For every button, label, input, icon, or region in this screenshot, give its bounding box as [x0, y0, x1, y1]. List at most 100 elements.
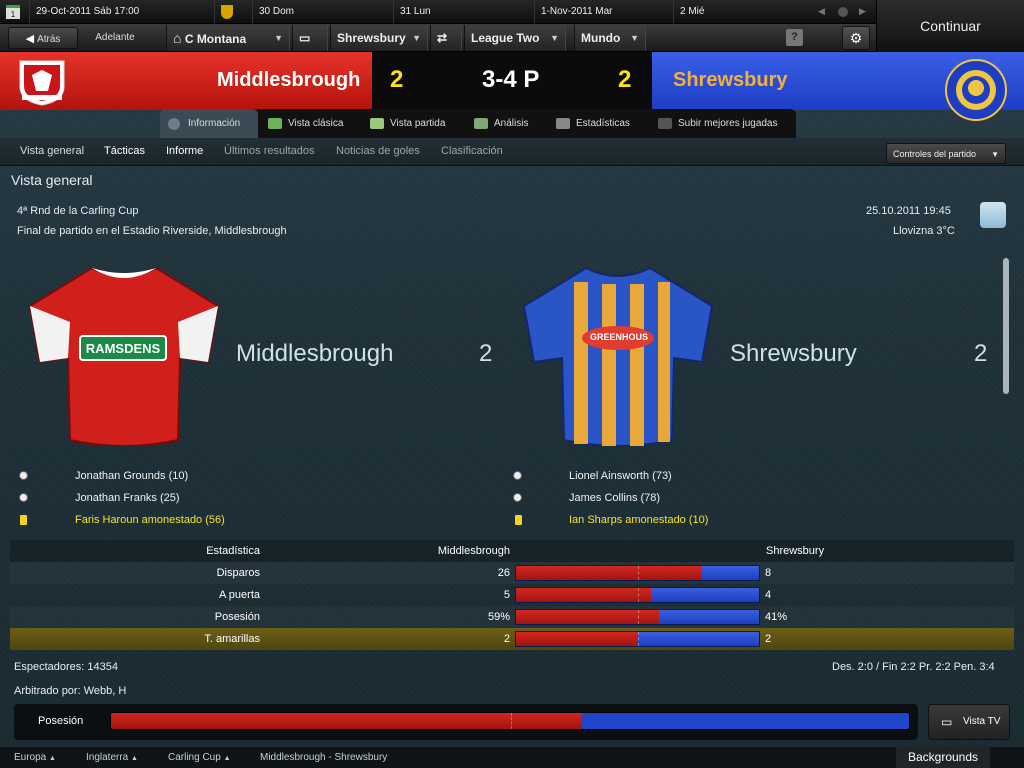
subnav-vista-general[interactable]: Vista general	[20, 138, 84, 164]
goal-icon	[19, 471, 28, 480]
tab-subir-jugadas[interactable]: Subir mejores jugadas	[650, 109, 796, 138]
scrollbar-thumb[interactable]	[1003, 258, 1009, 394]
swap-icon[interactable]: ⇄	[430, 25, 462, 51]
stat-away-value: 41%	[765, 611, 788, 623]
home-event[interactable]: Faris Haroun amonestado (56)	[75, 514, 225, 526]
help-button[interactable]: ?	[786, 29, 803, 46]
home-team-label[interactable]: Middlesbrough	[236, 340, 393, 368]
calendar-prev-icon[interactable]: ◀	[818, 6, 825, 17]
match-venue: Final de partido en el Estadio Riverside…	[17, 225, 287, 237]
gear-icon[interactable]: ⚙	[842, 26, 870, 50]
calendar-day[interactable]: 30 Dom	[253, 0, 394, 24]
stat-bar	[515, 609, 760, 625]
subnav-informe[interactable]: Informe	[166, 138, 203, 164]
calendar-next-icon[interactable]: ▶	[859, 6, 866, 17]
breadcrumb-label: Europa	[14, 752, 47, 763]
club-dropdown[interactable]: ⌂ C Montana ▼	[166, 25, 290, 51]
stat-label: T. amarillas	[204, 633, 260, 645]
breadcrumb-item[interactable]: Inglaterra ▲	[86, 747, 138, 768]
home-icon: ⌂	[173, 30, 182, 46]
chevron-up-icon: ▲	[223, 755, 231, 762]
stats-icon	[556, 118, 570, 129]
subnav-ultimos-resultados[interactable]: Últimos resultados	[224, 138, 314, 164]
subnav-tacticas[interactable]: Tácticas	[104, 138, 145, 164]
team-label: Shrewsbury	[337, 31, 406, 45]
stat-home-value: 59%	[487, 611, 510, 623]
chevron-down-icon: ▼	[630, 33, 639, 43]
yellow-card-icon	[515, 515, 522, 525]
scrollbar[interactable]	[1003, 258, 1009, 528]
info-icon	[168, 118, 180, 130]
home-shirt-sponsor: RAMSDENS	[85, 341, 161, 356]
back-button[interactable]: ◀ Atrás	[8, 27, 78, 49]
backgrounds-button[interactable]: Backgrounds	[896, 746, 990, 768]
calendar-day[interactable]: 31 Lun	[394, 0, 535, 24]
continue-button[interactable]: Continuar	[876, 0, 1024, 52]
forward-button[interactable]: Adelante	[80, 27, 150, 49]
vista-tv-label: Vista TV	[963, 716, 1001, 727]
breadcrumb-item[interactable]: Europa ▲	[14, 747, 56, 768]
match-tabs: Información Vista clásica Vista partida …	[160, 109, 796, 138]
shrewsbury-crest-icon	[944, 58, 1008, 122]
weather-text: Llovizna 3°C	[893, 225, 955, 237]
home-event[interactable]: Jonathan Grounds (10)	[75, 470, 188, 482]
match-controls-dropdown[interactable]: Controles del partido ▼	[886, 143, 1006, 164]
subnav-clasificacion[interactable]: Clasificación	[441, 138, 503, 164]
stat-home-value: 5	[503, 589, 510, 601]
chevron-up-icon: ▲	[131, 755, 138, 762]
back-label: Atrás	[37, 34, 61, 45]
chevron-down-icon: ▼	[550, 33, 559, 43]
team-dropdown[interactable]: Shrewsbury ▼	[330, 25, 428, 51]
forward-label: Adelante	[95, 32, 135, 43]
competition-dropdown[interactable]: League Two ▼	[464, 25, 566, 51]
stats-header-away: Shrewsbury	[766, 545, 825, 557]
calendar-day[interactable]: 1-Nov-2011 Mar	[535, 0, 674, 24]
away-event[interactable]: James Collins (78)	[569, 492, 660, 504]
breadcrumb-item[interactable]: Middlesbrough - Shrewsbury	[260, 747, 387, 768]
home-header: Middlesbrough	[0, 52, 372, 110]
club-badge-icon	[215, 0, 253, 24]
away-shirt: GREENHOUS	[522, 262, 714, 449]
stat-bar-away	[637, 632, 759, 646]
away-team-label[interactable]: Shrewsbury	[730, 340, 857, 368]
chevron-down-icon: ▼	[412, 33, 421, 43]
tab-estadisticas[interactable]: Estadísticas	[548, 109, 648, 138]
subnav-noticias-goles[interactable]: Noticias de goles	[336, 138, 420, 164]
home-team-name[interactable]: Middlesbrough	[217, 69, 360, 92]
home-event[interactable]: Jonathan Franks (25)	[75, 492, 180, 504]
chevron-down-icon: ▼	[991, 150, 999, 159]
stat-label: Disparos	[216, 567, 260, 579]
stats-row: Posesión 59% 41%	[10, 606, 1014, 628]
away-event[interactable]: Ian Sharps amonestado (10)	[569, 514, 708, 526]
breadcrumb-label: Carling Cup	[168, 752, 221, 763]
bus-icon[interactable]: ▭	[292, 25, 328, 51]
tab-vista-clasica[interactable]: Vista clásica	[260, 109, 358, 138]
world-dropdown[interactable]: Mundo ▼	[574, 25, 646, 51]
away-event[interactable]: Lionel Ainsworth (73)	[569, 470, 672, 482]
stats-row: T. amarillas 2 2	[10, 628, 1014, 650]
stat-bar-away	[659, 610, 759, 624]
stat-bar-away	[701, 566, 759, 580]
middlesbrough-crest-icon	[12, 57, 72, 106]
stat-bar-away	[651, 588, 759, 602]
away-team-name[interactable]: Shrewsbury	[673, 69, 787, 92]
calendar-icon[interactable]: 1	[0, 0, 30, 24]
weather-drizzle-icon	[980, 202, 1006, 228]
calendar-today-icon[interactable]	[838, 7, 848, 17]
competition-round: 4ª Rnd de la Carling Cup	[17, 205, 139, 217]
stat-bar	[515, 631, 760, 647]
breadcrumb-item[interactable]: Carling Cup ▲	[168, 747, 231, 768]
tab-informacion[interactable]: Información	[160, 109, 258, 138]
vista-tv-button[interactable]: ▭ Vista TV	[928, 704, 1010, 740]
stat-bar-midline	[638, 632, 639, 646]
home-score: 2	[390, 66, 404, 93]
tab-analisis[interactable]: Análisis	[466, 109, 546, 138]
tab-label: Vista clásica	[288, 118, 344, 129]
stats-row: A puerta 5 4	[10, 584, 1014, 606]
stat-away-value: 8	[765, 567, 772, 579]
camera-icon	[658, 118, 672, 129]
away-header: Shrewsbury	[652, 52, 1024, 121]
tab-vista-partida[interactable]: Vista partida	[362, 109, 464, 138]
attendance: Espectadores: 14354	[14, 661, 118, 673]
tab-label: Estadísticas	[576, 118, 630, 129]
